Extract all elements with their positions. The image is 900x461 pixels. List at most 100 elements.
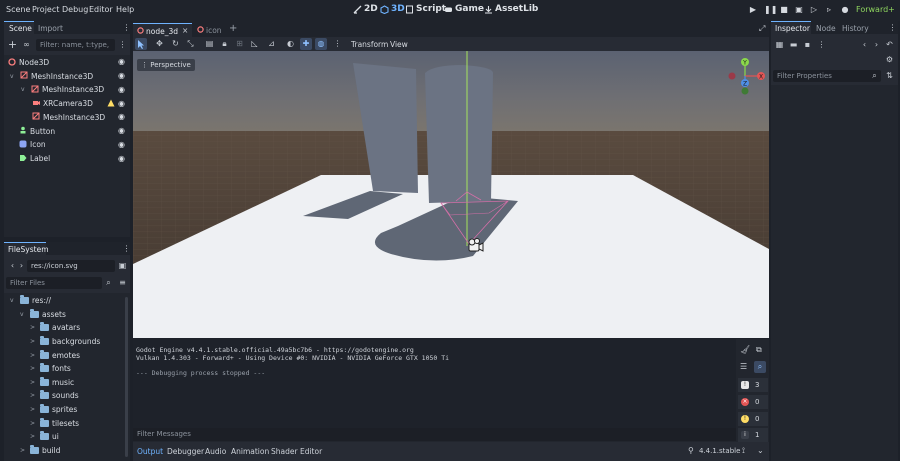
chevron-right-icon[interactable]: > [20,447,27,454]
chevron-right-icon[interactable]: > [30,338,37,345]
load-resource-icon[interactable]: ▬ [788,39,799,50]
list-select-icon[interactable]: ▤ [204,38,215,49]
preview-environment-button[interactable]: ◍ [315,38,327,50]
view-menu[interactable]: View [390,40,408,49]
forward-icon[interactable]: › [16,260,27,271]
tab-debugger[interactable]: Debugger [167,447,204,456]
dock-menu-icon[interactable]: ⋮ [121,243,132,254]
toggle-split-icon[interactable]: ▣ [117,260,128,271]
tree-item-meshinstance3d[interactable]: v MeshInstance3D [21,83,104,96]
perspective-menu[interactable]: ⋮ Perspective [137,59,195,71]
movie-maker-icon[interactable]: ● [840,5,850,15]
workspace-assetlib[interactable]: AssetLib [484,4,538,14]
visibility-eye-icon[interactable]: ◉ [118,140,126,149]
object-properties-icon[interactable]: ⚙ [884,54,895,65]
warning-icon[interactable] [107,99,115,107]
move-tool-icon[interactable]: ✥ [154,38,165,49]
filter-messages-toggle[interactable]: ! 3 [738,378,768,392]
folder-item[interactable]: > sprites [30,403,77,417]
folder-item[interactable]: > emotes [30,348,80,362]
folder-item[interactable]: v assets [20,308,66,322]
scene-filter-input[interactable]: Filter: name, t:type, [36,39,115,51]
tab-history[interactable]: History [842,24,869,33]
chevron-right-icon[interactable]: > [30,352,37,359]
tree-item-meshinstance3d[interactable]: v MeshInstance3D [10,70,93,83]
distraction-free-icon[interactable]: ⤢ [759,24,765,34]
folder-item[interactable]: > music [30,376,74,390]
renderer-selector[interactable]: Forward+ [856,5,895,14]
orientation-gizmo[interactable]: Y X Z [725,56,769,96]
play-custom-icon[interactable]: ▹ [824,5,834,15]
remote-debug-icon[interactable]: ▣ [794,5,804,15]
workspace-game[interactable]: Game [444,4,484,14]
pause-icon[interactable]: ❚❚ [764,5,777,15]
history-icon[interactable]: ↶ [884,39,895,50]
search-icon[interactable]: ⌕ [103,277,114,288]
copy-output-icon[interactable]: ⧉ [756,345,762,355]
chevron-right-icon[interactable]: > [30,365,37,372]
dock-menu-icon[interactable]: ⋮ [887,22,898,33]
visibility-eye-icon[interactable]: ◉ [118,58,126,66]
visibility-eye-icon[interactable]: ◉ [118,127,126,135]
pin-icon[interactable]: ⚲ [688,446,694,455]
local-space-icon[interactable]: ◐ [285,38,296,49]
menu-debug[interactable]: Debug [62,5,88,14]
forward-icon[interactable]: › [871,39,882,50]
search-output-icon[interactable]: ⌕ [754,361,766,373]
tree-item-label[interactable]: Label [19,152,50,165]
chevron-right-icon[interactable]: > [30,420,37,427]
folder-item[interactable]: > backgrounds [30,335,100,349]
file-filter-input[interactable]: Filter Files [6,277,102,289]
folder-item[interactable]: > tilesets [30,416,79,430]
filter-errors-toggle[interactable]: × 0 [738,395,768,409]
chevron-right-icon[interactable]: > [30,406,37,413]
tree-item-meshinstance3d[interactable]: MeshInstance3D [32,111,105,124]
search-icon[interactable]: ⌕ [869,70,880,81]
stop-icon[interactable]: ■ [779,5,789,15]
tab-output[interactable]: Output [137,447,163,456]
3d-viewport[interactable]: ⋮ Perspective Y X Z [133,51,769,338]
play-icon[interactable]: ▶ [748,5,758,15]
ruler-icon[interactable]: ◺ [249,38,260,49]
lock-icon[interactable]: 🔒︎ [219,38,230,49]
add-tab-icon[interactable]: + [229,23,237,34]
menu-help[interactable]: Help [116,5,134,14]
workspace-script[interactable]: Script [405,4,446,14]
folder-item[interactable]: v res:// [10,294,51,308]
visibility-eye-icon[interactable]: ◉ [118,72,126,80]
scrollbar[interactable] [125,297,128,457]
inspector-settings-icon[interactable]: ⇅ [884,70,895,81]
filter-info-toggle[interactable]: i 1 [738,428,768,442]
scale-tool-icon[interactable]: ⤡ [185,38,196,49]
visibility-eye-icon[interactable]: ◉ [118,154,126,163]
tree-item-icon[interactable]: Icon [19,138,46,151]
back-icon[interactable]: ‹ [859,39,870,50]
visibility-eye-icon[interactable]: ◉ [118,99,126,108]
workspace-2d[interactable]: 2D [353,4,378,14]
close-tab-icon[interactable]: × [182,26,188,35]
toolbar-menu-icon[interactable]: ⋮ [332,38,343,49]
tree-item-xrcamera3d[interactable]: XRCamera3D [32,97,93,110]
tab-scene[interactable]: Scene [9,24,32,33]
tab-filesystem[interactable]: FileSystem [8,245,49,254]
scene-menu-icon[interactable]: ⋮ [117,39,128,50]
chevron-down-icon[interactable]: v [10,297,17,304]
chevron-down-icon[interactable]: v [10,73,17,80]
tab-shader-editor[interactable]: Shader Editor [271,447,322,456]
collapse-duplicates-icon[interactable]: ☰ [740,362,747,371]
new-resource-icon[interactable]: ▦ [774,39,785,50]
tab-import[interactable]: Import [38,24,63,33]
link-icon[interactable]: ∞ [21,39,32,50]
rotate-tool-icon[interactable]: ↻ [170,38,181,49]
tab-inspector[interactable]: Inspector [775,24,810,33]
menu-scene[interactable]: Scene [6,5,30,14]
chevron-right-icon[interactable]: > [30,392,37,399]
save-resource-icon[interactable]: ▪ [802,39,813,50]
filter-warnings-toggle[interactable]: ! 0 [738,412,768,426]
folder-item[interactable]: > avatars [30,321,80,335]
collapse-icon[interactable]: ⌄ [757,446,764,455]
sort-icon[interactable]: ≡ [117,277,128,288]
chevron-right-icon[interactable]: > [30,324,37,331]
chevron-right-icon[interactable]: > [30,433,37,440]
visibility-eye-icon[interactable]: ◉ [118,113,126,121]
